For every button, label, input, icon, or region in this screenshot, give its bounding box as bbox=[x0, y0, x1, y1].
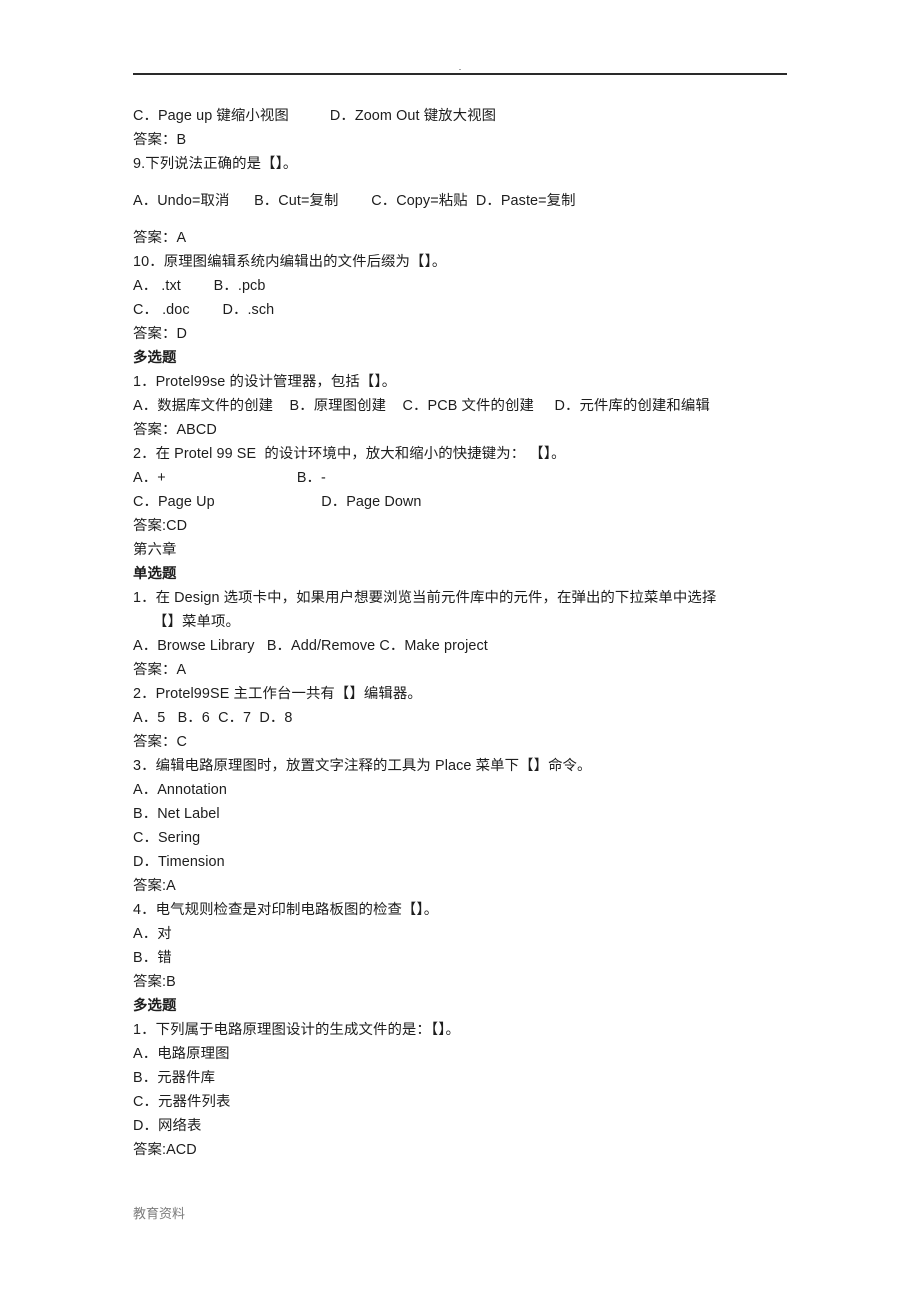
m2-options-cd: C．Page Up D．Page Down bbox=[133, 494, 422, 510]
m3-option-a: A．电路原理图 bbox=[133, 1046, 230, 1062]
heading-multi-1: 多选题 bbox=[133, 350, 177, 366]
m1-options: A．数据库文件的创建 B．原理图创建 C．PCB 文件的创建 D．元件库的创建和… bbox=[133, 398, 710, 414]
s1-answer: 答案：A bbox=[133, 662, 187, 678]
s2-stem: 2．Protel99SE 主工作台一共有【】编辑器。 bbox=[133, 686, 422, 702]
page-header: . bbox=[133, 62, 787, 75]
m2-options-ab: A．+ B．- bbox=[133, 470, 326, 486]
chapter-6: 第六章 bbox=[133, 542, 177, 558]
s4-option-a: A．对 bbox=[133, 926, 172, 942]
q10-options-cd: C． .doc D．.sch bbox=[133, 302, 275, 318]
s3-option-b: B．Net Label bbox=[133, 806, 220, 822]
footer-watermark: 教育资料 bbox=[133, 1206, 186, 1221]
m1-answer: 答案：ABCD bbox=[133, 422, 217, 438]
s3-stem: 3．编辑电路原理图时，放置文字注释的工具为 Place 菜单下【】命令。 bbox=[133, 758, 592, 774]
m3-stem: 1．下列属于电路原理图设计的生成文件的是：【】。 bbox=[133, 1022, 460, 1038]
q8-options-cd: C．Page up 键缩小视图 D．Zoom Out 键放大视图 bbox=[133, 108, 497, 124]
m3-option-c: C．元器件列表 bbox=[133, 1094, 231, 1110]
s1-stem: 1．在 Design 选项卡中，如果用户想要浏览当前元件库中的元件，在弹出的下拉… bbox=[133, 590, 717, 606]
s4-answer: 答案:B bbox=[133, 974, 176, 990]
header-divider bbox=[133, 73, 787, 75]
s1-stem-cont: 【】菜单项。 bbox=[153, 614, 240, 630]
q10-answer: 答案：D bbox=[133, 326, 187, 342]
m3-option-b: B．元器件库 bbox=[133, 1070, 216, 1086]
m1-stem: 1．Protel99se 的设计管理器，包括【】。 bbox=[133, 374, 397, 390]
document-page: . C．Page up 键缩小视图 D．Zoom Out 键放大视图 答案：B 9.… bbox=[0, 0, 920, 1302]
q9-options: A．Undo=取消 B．Cut=复制 C．Copy=粘贴 D．Paste=复制 bbox=[133, 193, 576, 209]
s3-answer: 答案:A bbox=[133, 878, 176, 894]
s4-stem: 4．电气规则检查是对印制电路板图的检查【】。 bbox=[133, 902, 439, 918]
heading-multi-2: 多选题 bbox=[133, 998, 177, 1014]
q10-options-ab: A． .txt B．.pcb bbox=[133, 278, 266, 294]
s3-option-a: A．Annotation bbox=[133, 782, 228, 798]
q8-answer: 答案：B bbox=[133, 132, 187, 148]
s3-option-d: D．Timension bbox=[133, 854, 225, 870]
q9-stem: 9.下列说法正确的是【】。 bbox=[133, 156, 298, 172]
m2-stem: 2．在 Protel 99 SE 的设计环境中，放大和缩小的快捷键为： 【】。 bbox=[133, 446, 566, 462]
q9-answer: 答案：A bbox=[133, 230, 187, 246]
m2-answer: 答案:CD bbox=[133, 518, 188, 534]
m3-option-d: D．网络表 bbox=[133, 1118, 202, 1134]
header-mark: . bbox=[458, 62, 462, 72]
heading-single-1: 单选题 bbox=[133, 566, 177, 582]
document-body: C．Page up 键缩小视图 D．Zoom Out 键放大视图 答案：B 9.下列… bbox=[133, 104, 793, 1162]
s2-answer: 答案：C bbox=[133, 734, 187, 750]
m3-answer: 答案:ACD bbox=[133, 1142, 197, 1158]
s3-option-c: C．Sering bbox=[133, 830, 201, 846]
s1-options: A．Browse Library B．Add/Remove C．Make pro… bbox=[133, 638, 488, 654]
s4-option-b: B．错 bbox=[133, 950, 172, 966]
s2-options: A．5 B．6 C．7 D．8 bbox=[133, 710, 293, 726]
q10-stem: 10．原理图编辑系统内编辑出的文件后缀为【】。 bbox=[133, 254, 447, 270]
